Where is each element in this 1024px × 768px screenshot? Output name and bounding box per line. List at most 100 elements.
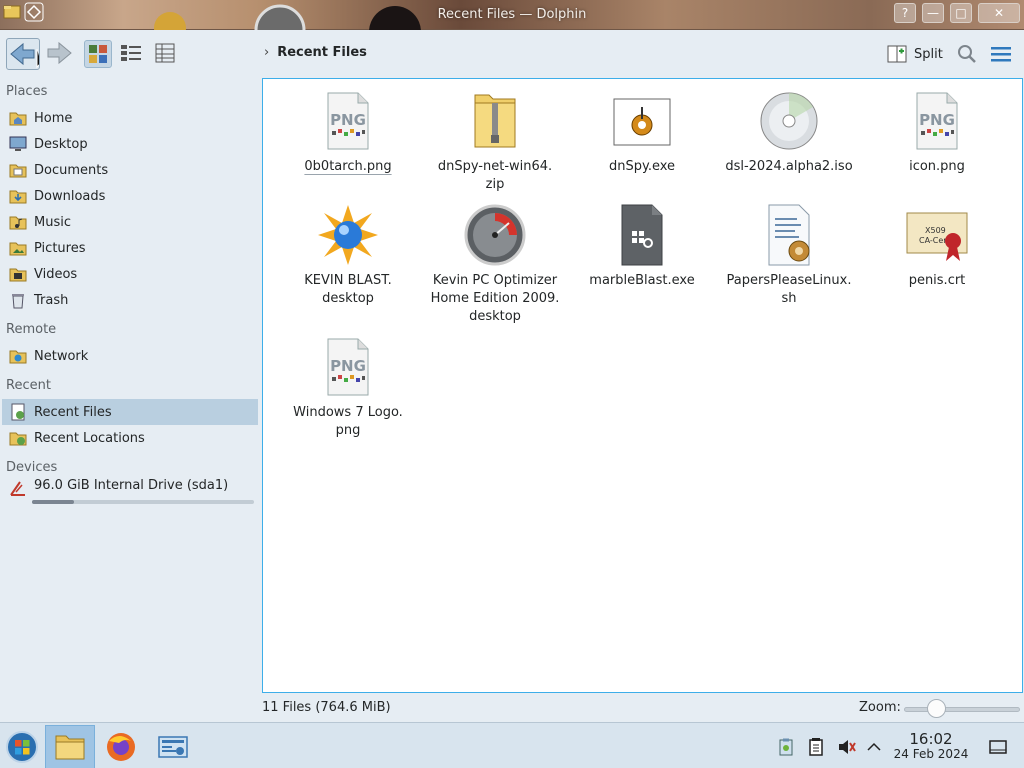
split-view-icon (887, 45, 907, 63)
sidebar-item-pictures[interactable]: Pictures (2, 235, 258, 261)
png-image-icon: PNG (905, 89, 969, 153)
file-name: Kevin PC Optimizer Home Edition 2009. de… (430, 273, 560, 324)
svg-text:PNG: PNG (919, 111, 955, 129)
drive-icon (8, 478, 28, 498)
close-button[interactable]: ✕ (978, 3, 1020, 23)
file-name: PapersPleaseLinux. sh (726, 273, 852, 306)
sidebar-item-downloads[interactable]: Downloads (2, 183, 258, 209)
file-item[interactable]: dnSpy.exe (572, 89, 712, 176)
file-name: 0b0tarch.png (304, 159, 392, 174)
arrow-right-icon (47, 41, 72, 65)
trash-icon (8, 290, 28, 310)
sidebar-item-home[interactable]: Home (2, 105, 258, 131)
file-name: marbleBlast.exe (589, 273, 695, 288)
zip-archive-icon (463, 89, 527, 153)
split-button[interactable]: Split (886, 42, 943, 66)
breadcrumb[interactable]: › Recent Files (264, 45, 367, 60)
file-item[interactable]: Kevin PC Optimizer Home Edition 2009. de… (425, 203, 565, 326)
file-item[interactable]: PNG 0b0tarch.png (278, 89, 418, 176)
file-item[interactable]: KEVIN BLAST. desktop (278, 203, 418, 308)
network-folder-icon (8, 346, 28, 366)
notes-icon[interactable] (806, 737, 826, 757)
sidebar-item-music[interactable]: Music (2, 209, 258, 235)
breadcrumb-current: Recent Files (277, 45, 367, 60)
settings-task-button[interactable] (149, 725, 199, 768)
drive-usage-fill (32, 500, 75, 504)
file-item[interactable]: PNG Windows 7 Logo. png (278, 335, 418, 440)
recent-locations-icon (8, 428, 28, 448)
clock-date[interactable]: 24 Feb 2024 (888, 747, 974, 761)
zoom-label: Zoom: (859, 700, 901, 715)
sidebar-item-videos[interactable]: Videos (2, 261, 258, 287)
sidebar-item-label: Recent Locations (34, 430, 145, 446)
details-view-icon (155, 43, 175, 63)
sidebar-item-trash[interactable]: Trash (2, 287, 258, 313)
compact-view-button[interactable] (118, 40, 146, 68)
sidebar-item-recent-files[interactable]: Recent Files (2, 399, 258, 425)
sidebar-item-label: Desktop (34, 136, 88, 152)
sidebar-item-recent-locations[interactable]: Recent Locations (2, 425, 258, 451)
sidebar-item-label: Videos (34, 266, 78, 282)
shell-script-icon (757, 203, 821, 267)
file-name: dnSpy.exe (608, 159, 676, 174)
sidebar-item-desktop[interactable]: Desktop (2, 131, 258, 157)
clipboard-icon[interactable] (776, 737, 796, 757)
svg-text:PNG: PNG (330, 357, 366, 375)
sidebar-item-label: Trash (34, 292, 69, 308)
icons-view-button[interactable] (84, 40, 112, 68)
sidebar-item-documents[interactable]: Documents (2, 157, 258, 183)
taskbar (0, 722, 1024, 768)
svg-text:PNG: PNG (330, 111, 366, 129)
main-toolbar: › Recent Files Split (0, 30, 1024, 78)
documents-folder-icon (8, 160, 28, 180)
split-label: Split (914, 46, 943, 62)
volume-muted-icon[interactable] (836, 737, 856, 757)
downloads-folder-icon (8, 186, 28, 206)
file-item[interactable]: PapersPleaseLinux. sh (719, 203, 859, 308)
window-titlebar[interactable]: Recent Files — Dolphin ? — □ ✕ (0, 0, 1024, 30)
file-item[interactable]: dsl-2024.alpha2.iso (719, 89, 859, 176)
arrow-left-icon (10, 42, 42, 69)
maximize-button[interactable]: □ (950, 3, 972, 23)
file-name: Windows 7 Logo. png (293, 405, 403, 438)
compact-view-icon (121, 45, 141, 61)
system-settings-icon (158, 736, 188, 758)
zoom-slider[interactable] (904, 707, 1020, 712)
start-menu-button[interactable] (0, 725, 50, 768)
desktop-icon (8, 134, 28, 154)
file-item[interactable]: PNG icon.png (867, 89, 1007, 176)
clock-time[interactable]: 16:02 (894, 730, 968, 748)
file-item[interactable]: X509 CA-Cert penis.crt (867, 203, 1007, 290)
show-desktop-icon[interactable] (988, 737, 1008, 757)
firefox-task-button[interactable] (97, 725, 147, 768)
file-view[interactable]: PNG 0b0tarch.png dnSpy-net-win64. zip dnSpy… (262, 78, 1023, 693)
home-folder-icon (8, 108, 28, 128)
forward-button[interactable] (44, 38, 78, 70)
sidebar-item-network[interactable]: Network (2, 343, 258, 369)
gauge-icon (463, 203, 527, 267)
sidebar-item-96-0-gib-internal-drive-sda1[interactable]: 96.0 GiB Internal Drive (sda1) (2, 478, 258, 502)
search-icon[interactable] (956, 43, 978, 65)
file-item[interactable]: marbleBlast.exe (572, 203, 712, 290)
zoom-slider-handle[interactable] (926, 699, 946, 718)
chevron-up-icon[interactable] (864, 737, 884, 757)
back-button[interactable] (6, 38, 42, 70)
recent-files-icon (8, 402, 28, 422)
svg-text:X509: X509 (925, 226, 946, 235)
help-button[interactable]: ? (894, 3, 916, 23)
file-name: KEVIN BLAST. desktop (304, 273, 392, 306)
minimize-button[interactable]: — (922, 3, 944, 23)
places-header: Places (6, 84, 48, 99)
drive-usage-bar (32, 500, 254, 504)
sidebar-item-label: Documents (34, 162, 109, 178)
certificate-icon: X509 CA-Cert (905, 203, 969, 267)
details-view-button[interactable] (152, 40, 180, 68)
places-panel: Places Home Desktop Documents Downloads Musi… (0, 78, 262, 692)
window-title: Recent Files — Dolphin (437, 7, 587, 22)
dolphin-task-button[interactable] (45, 725, 95, 768)
status-summary: 11 Files (764.6 MiB) (262, 700, 391, 715)
sidebar-item-label: Network (34, 348, 89, 364)
hamburger-menu-icon[interactable] (990, 44, 1012, 64)
file-item[interactable]: dnSpy-net-win64. zip (425, 89, 565, 194)
executable-file-icon (610, 203, 674, 267)
